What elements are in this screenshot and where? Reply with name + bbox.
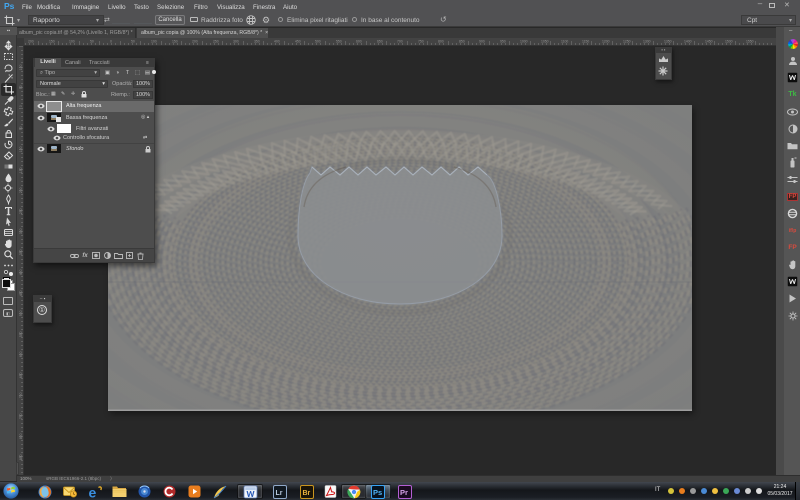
svg-text:e: e xyxy=(89,485,97,500)
svg-text:Pr: Pr xyxy=(400,488,408,497)
svg-text:Ps: Ps xyxy=(373,488,382,497)
svg-text:Lr: Lr xyxy=(276,490,283,497)
svg-text:Br: Br xyxy=(303,490,311,497)
